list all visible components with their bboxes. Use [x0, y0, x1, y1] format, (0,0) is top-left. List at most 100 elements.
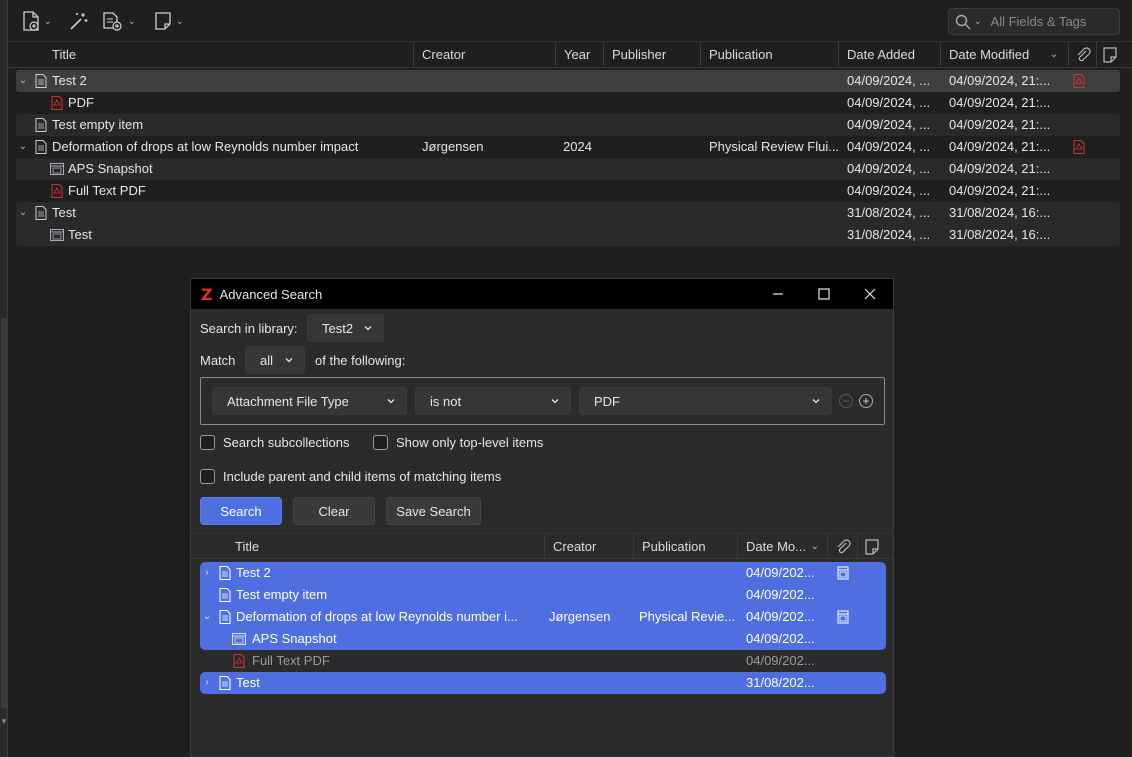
search-mode-chevron-icon[interactable]: ⌄ — [974, 16, 982, 27]
condition-value-select[interactable]: PDF — [579, 387, 832, 415]
search-input[interactable] — [990, 14, 1111, 29]
save-search-button[interactable]: Save Search — [386, 497, 481, 525]
chevron-down-icon — [387, 399, 395, 404]
item-date-added: 31/08/2024, ... — [847, 227, 931, 242]
pdf-icon[interactable] — [1072, 74, 1086, 88]
column-title[interactable]: Title — [227, 534, 545, 559]
result-row[interactable]: › Test 2 04/09/202... — [200, 562, 886, 584]
dialog-titlebar[interactable]: Z Advanced Search — [191, 279, 893, 309]
item-date-added: 04/09/2024, ... — [847, 183, 931, 198]
add-condition-button[interactable]: + — [859, 394, 873, 408]
condition-operator-value: is not — [430, 393, 462, 409]
chevron-down-icon — [551, 399, 559, 404]
chevron-down-icon[interactable]: ⌄ — [16, 136, 30, 158]
new-note-button[interactable]: ⌄ — [154, 9, 184, 33]
document-icon — [219, 566, 231, 580]
result-row[interactable]: Full Text PDF 04/09/202... — [200, 650, 886, 672]
condition-field-select[interactable]: Attachment File Type — [212, 387, 407, 415]
column-date-modified[interactable]: Date Modified ⌄ — [941, 42, 1069, 68]
table-row[interactable]: Test empty item 04/09/2024, ... 04/09/20… — [16, 114, 1120, 136]
result-date: 04/09/202... — [746, 565, 815, 580]
table-row[interactable]: PDF 04/09/2024, ... 04/09/2024, 21:... — [16, 92, 1120, 114]
note-icon — [1103, 47, 1117, 63]
chevron-down-icon: ⌄ — [44, 15, 52, 26]
column-creator[interactable]: Creator — [414, 42, 556, 68]
remove-condition-button[interactable]: − — [839, 394, 853, 408]
library-select-value: Test2 — [322, 320, 354, 336]
column-publication[interactable]: Publication — [701, 42, 839, 68]
chevron-down-icon[interactable]: ⌄ — [16, 70, 30, 92]
close-icon — [864, 288, 876, 300]
advanced-search-dialog: Z Advanced Search Search in library: Tes… — [190, 278, 894, 757]
result-title: Test — [236, 675, 260, 690]
document-icon — [35, 140, 47, 154]
attachment-icon[interactable] — [836, 610, 850, 624]
document-icon — [35, 118, 47, 132]
pdf-icon — [51, 96, 63, 110]
top-level-items-checkbox[interactable]: Show only top-level items — [373, 435, 543, 450]
chevron-right-icon[interactable]: › — [200, 562, 214, 584]
minimize-button[interactable] — [755, 279, 801, 309]
scrollbar-thumb[interactable] — [1, 318, 7, 708]
search-subcollections-checkbox[interactable]: Search subcollections — [200, 435, 349, 450]
add-attachment-button[interactable]: ⌄ — [102, 9, 136, 33]
column-publisher[interactable]: Publisher — [604, 42, 701, 68]
chevron-right-icon[interactable]: › — [200, 672, 214, 694]
item-title: APS Snapshot — [68, 161, 153, 176]
result-row[interactable]: APS Snapshot 04/09/202... — [200, 628, 886, 650]
column-date-modified[interactable]: Date Mo... ⌄ — [738, 534, 828, 559]
chevron-down-icon — [364, 326, 372, 331]
column-publication[interactable]: Publication — [634, 534, 738, 559]
item-title: Full Text PDF — [68, 183, 146, 198]
match-select[interactable]: all — [245, 346, 305, 374]
new-item-button[interactable]: ⌄ — [22, 9, 52, 33]
attachment-icon[interactable] — [836, 566, 850, 580]
of-following-label: of the following: — [315, 353, 406, 368]
result-date: 04/09/202... — [746, 587, 815, 602]
checkbox-box[interactable] — [200, 469, 215, 484]
chevron-down-icon[interactable]: ⌄ — [200, 606, 214, 628]
close-button[interactable] — [847, 279, 893, 309]
table-row[interactable]: Full Text PDF 04/09/2024, ... 04/09/2024… — [16, 180, 1120, 202]
column-year[interactable]: Year — [556, 42, 604, 68]
add-attachment-icon — [103, 12, 122, 31]
search-button[interactable]: Search — [200, 497, 282, 525]
column-date-added[interactable]: Date Added — [839, 42, 941, 68]
checkbox-box[interactable] — [373, 435, 388, 450]
column-creator[interactable]: Creator — [545, 534, 634, 559]
column-attachments[interactable] — [828, 534, 858, 559]
result-row[interactable]: Test empty item 04/09/202... — [200, 584, 886, 606]
chevron-down-icon: ⌄ — [128, 15, 136, 26]
table-row[interactable]: ⌄ Test 31/08/2024, ... 31/08/2024, 16:..… — [16, 202, 1120, 224]
column-notes[interactable] — [858, 534, 888, 559]
paperclip-icon — [837, 539, 851, 554]
column-notes[interactable] — [1097, 42, 1127, 68]
clear-button[interactable]: Clear — [293, 497, 375, 525]
checkbox-box[interactable] — [200, 435, 215, 450]
item-creator: Jørgensen — [422, 139, 484, 154]
table-row[interactable]: ⌄ Test 2 04/09/2024, ... 04/09/2024, 21:… — [16, 70, 1120, 92]
new-item-icon — [23, 11, 39, 31]
search-field[interactable]: ⌄ — [948, 8, 1120, 35]
result-title: APS Snapshot — [252, 631, 337, 646]
result-row[interactable]: ⌄ Deformation of drops at low Reynolds n… — [200, 606, 886, 628]
add-by-identifier-button[interactable] — [68, 9, 88, 33]
column-title[interactable]: Title — [44, 42, 414, 68]
item-date-modified: 04/09/2024, 21:... — [949, 117, 1051, 132]
table-row[interactable]: Test 31/08/2024, ... 31/08/2024, 16:... — [16, 224, 1120, 246]
library-select[interactable]: Test2 — [307, 314, 384, 342]
item-title: Test empty item — [52, 117, 144, 132]
condition-operator-select[interactable]: is not — [415, 387, 571, 415]
pdf-icon[interactable] — [1072, 140, 1086, 154]
search-icon[interactable] — [955, 14, 971, 30]
parent-child-checkbox[interactable]: Include parent and child items of matchi… — [200, 469, 501, 484]
table-row[interactable]: ⌄ Deformation of drops at low Reynolds n… — [16, 136, 1120, 158]
column-attachments[interactable] — [1069, 42, 1097, 68]
scroll-down-icon[interactable]: ▼ — [0, 717, 8, 727]
maximize-button[interactable] — [801, 279, 847, 309]
chevron-down-icon[interactable]: ⌄ — [16, 202, 30, 224]
result-row[interactable]: › Test 31/08/202... — [200, 672, 886, 694]
item-date-modified: 31/08/2024, 16:... — [949, 227, 1051, 242]
table-row[interactable]: APS Snapshot 04/09/2024, ... 04/09/2024,… — [16, 158, 1120, 180]
item-date-modified: 04/09/2024, 21:... — [949, 73, 1051, 88]
